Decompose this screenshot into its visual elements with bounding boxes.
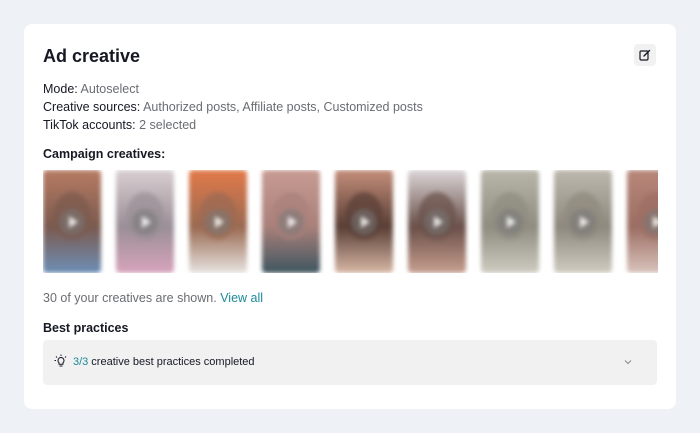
- best-practices-count: 3/3: [73, 356, 89, 368]
- play-icon: [351, 208, 377, 235]
- lightbulb-icon: [54, 354, 67, 367]
- play-icon: [59, 208, 85, 235]
- creative-thumbnail[interactable]: [335, 170, 393, 273]
- best-practices-status: 3/3 creative best practices completed: [73, 356, 255, 368]
- creative-sources-row: Creative sources: Authorized posts, Affi…: [43, 99, 423, 115]
- creative-thumbnail[interactable]: [262, 170, 320, 273]
- creative-thumbnail-strip: [43, 170, 658, 273]
- play-icon: [278, 208, 304, 235]
- best-practices-collapse[interactable]: 3/3 creative best practices completed: [43, 340, 657, 385]
- creative-thumbnail[interactable]: [627, 170, 658, 273]
- mode-label: Mode:: [43, 82, 78, 96]
- card-title: Ad creative: [43, 46, 141, 66]
- mode-row: Mode: Autoselect: [43, 81, 139, 97]
- creative-thumbnail[interactable]: [481, 170, 539, 273]
- tiktok-accounts-row: TikTok accounts: 2 selected: [43, 117, 196, 133]
- campaign-creatives-label: Campaign creatives:: [43, 147, 166, 161]
- play-icon: [424, 208, 450, 235]
- creative-sources-label: Creative sources:: [43, 100, 141, 114]
- best-practices-label: Best practices: [43, 321, 129, 335]
- creatives-shown-text: 30 of your creatives are shown. View all: [43, 291, 263, 305]
- play-icon: [205, 208, 231, 235]
- view-all-link[interactable]: View all: [220, 291, 263, 305]
- creative-thumbnail[interactable]: [43, 170, 101, 273]
- creative-thumbnail[interactable]: [408, 170, 466, 273]
- creative-thumbnail[interactable]: [116, 170, 174, 273]
- edit-button[interactable]: [634, 44, 656, 66]
- mode-value: Autoselect: [80, 82, 139, 96]
- play-icon: [497, 208, 523, 235]
- chevron-down-icon: [624, 360, 632, 365]
- ad-creative-card: Ad creative Mode: Autoselect Creative so…: [24, 24, 676, 409]
- play-icon: [132, 208, 158, 235]
- edit-icon: [639, 49, 651, 61]
- creative-thumbnail[interactable]: [189, 170, 247, 273]
- tiktok-accounts-label: TikTok accounts:: [43, 118, 136, 132]
- tiktok-accounts-value: 2 selected: [139, 118, 197, 132]
- best-practices-text: creative best practices completed: [91, 356, 255, 368]
- play-icon: [570, 208, 596, 235]
- creative-sources-value: Authorized posts, Affiliate posts, Custo…: [143, 100, 423, 114]
- creatives-shown-count: 30 of your creatives are shown.: [43, 291, 217, 305]
- creative-thumbnail[interactable]: [554, 170, 612, 273]
